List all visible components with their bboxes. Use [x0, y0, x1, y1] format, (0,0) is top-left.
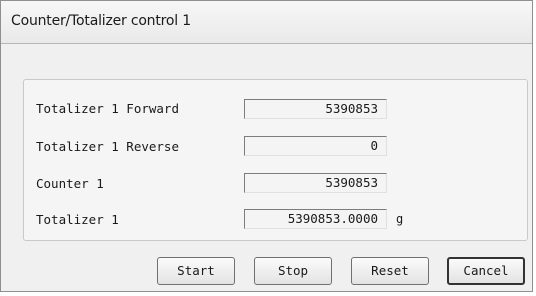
title-bar: Counter/Totalizer control 1	[1, 1, 532, 44]
reset-button[interactable]: Reset	[351, 257, 429, 285]
totalizer-reverse-field: 0	[244, 136, 387, 156]
stop-button[interactable]: Stop	[254, 257, 332, 285]
start-button[interactable]: Start	[157, 257, 235, 285]
totalizer-label: Totalizer 1	[36, 212, 119, 227]
counter-label: Counter 1	[36, 176, 104, 191]
totalizer-forward-label: Totalizer 1 Forward	[36, 101, 179, 116]
dialog-title: Counter/Totalizer control 1	[11, 13, 191, 29]
totalizer-field: 5390853.0000	[244, 209, 387, 229]
cancel-button[interactable]: Cancel	[447, 257, 525, 285]
values-panel: Totalizer 1 Forward 5390853 Totalizer 1 …	[23, 79, 528, 241]
counter-totalizer-dialog: Counter/Totalizer control 1 Totalizer 1 …	[0, 0, 533, 292]
totalizer-reverse-label: Totalizer 1 Reverse	[36, 139, 179, 154]
totalizer-forward-field: 5390853	[244, 99, 387, 119]
totalizer-unit: g	[396, 212, 404, 226]
counter-field: 5390853	[244, 173, 387, 193]
